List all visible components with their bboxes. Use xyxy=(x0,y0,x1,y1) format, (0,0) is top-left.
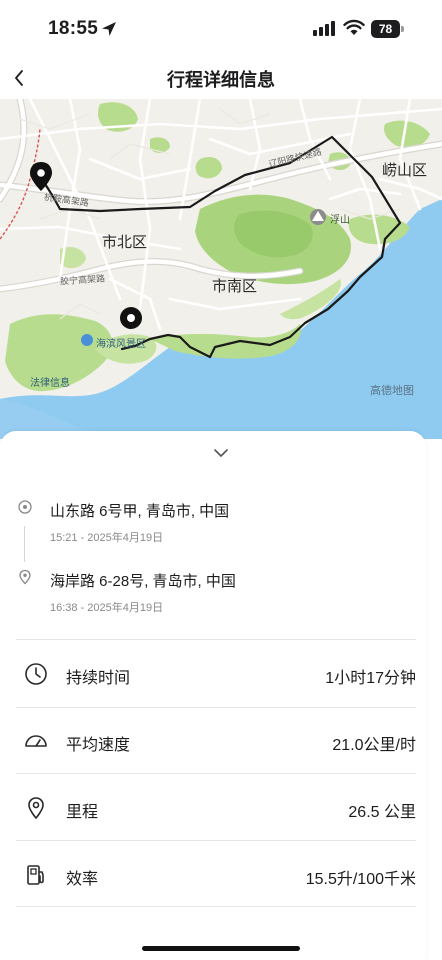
district-label-shibei: 市北区 xyxy=(102,234,148,251)
stat-label: 效率 xyxy=(66,871,99,888)
nav-bar: 行程详细信息 xyxy=(0,58,442,98)
district-label-laoshan: 崂山区 xyxy=(382,162,428,179)
speedometer-icon xyxy=(25,735,47,747)
end-address: 海岸路 6-28号, 青岛市, 中国 xyxy=(50,573,236,590)
start-time: 15:21 - 2025年4月19日 xyxy=(50,532,164,544)
stat-row-duration: 持续时间 1小时17分钟 xyxy=(0,642,426,708)
home-indicator[interactable] xyxy=(142,946,300,951)
location-arrow-icon xyxy=(102,22,116,36)
poi-label-legal: 法律信息 xyxy=(30,378,70,389)
location-pin-icon xyxy=(28,797,44,820)
route-connector-line xyxy=(24,526,25,562)
stat-row-distance: 里程 26.5 公里 xyxy=(0,776,426,842)
stat-row-avg-speed: 平均速度 21.0公里/时 xyxy=(0,709,426,775)
chevron-down-icon[interactable] xyxy=(212,447,230,459)
fuel-pump-icon xyxy=(27,865,44,885)
location-pin-icon xyxy=(19,569,31,585)
map-watermark: 高德地图 xyxy=(370,385,414,397)
stat-label: 里程 xyxy=(66,804,99,821)
battery-level: 78 xyxy=(371,20,400,38)
stat-row-efficiency: 效率 15.5升/100千米 xyxy=(0,843,426,909)
trip-map[interactable]: 杭鞍高架路 辽阳路快速路 胶宁高架路 市北区 市南区 崂山区 浮山 海滨风景区 … xyxy=(0,99,442,439)
clock-icon xyxy=(25,663,47,685)
start-point-icon xyxy=(18,500,32,514)
district-label-shinan: 市南区 xyxy=(212,278,258,295)
poi-label-fushan: 浮山 xyxy=(330,215,350,226)
status-bar: 18:55 78 xyxy=(0,0,442,58)
stat-value: 15.5升/100千米 xyxy=(305,871,416,888)
cellular-signal-icon xyxy=(313,21,335,36)
stat-value: 26.5 公里 xyxy=(348,804,416,821)
end-time: 16:38 - 2025年4月19日 xyxy=(50,602,164,614)
divider xyxy=(16,906,416,907)
battery-cap xyxy=(401,26,404,32)
battery-icon: 78 xyxy=(371,20,404,38)
status-time: 18:55 xyxy=(48,18,99,39)
start-address: 山东路 6号甲, 青岛市, 中国 xyxy=(50,503,230,520)
page-title: 行程详细信息 xyxy=(167,70,275,90)
divider xyxy=(16,773,416,774)
divider xyxy=(16,840,416,841)
divider xyxy=(16,639,416,640)
poi-label-seaside: 海滨风景区 xyxy=(96,339,146,350)
divider xyxy=(16,707,416,708)
wifi-icon xyxy=(343,19,365,35)
stat-label: 平均速度 xyxy=(66,737,131,754)
stat-label: 持续时间 xyxy=(66,670,131,687)
stat-value: 1小时17分钟 xyxy=(325,670,416,687)
stat-value: 21.0公里/时 xyxy=(332,737,416,754)
